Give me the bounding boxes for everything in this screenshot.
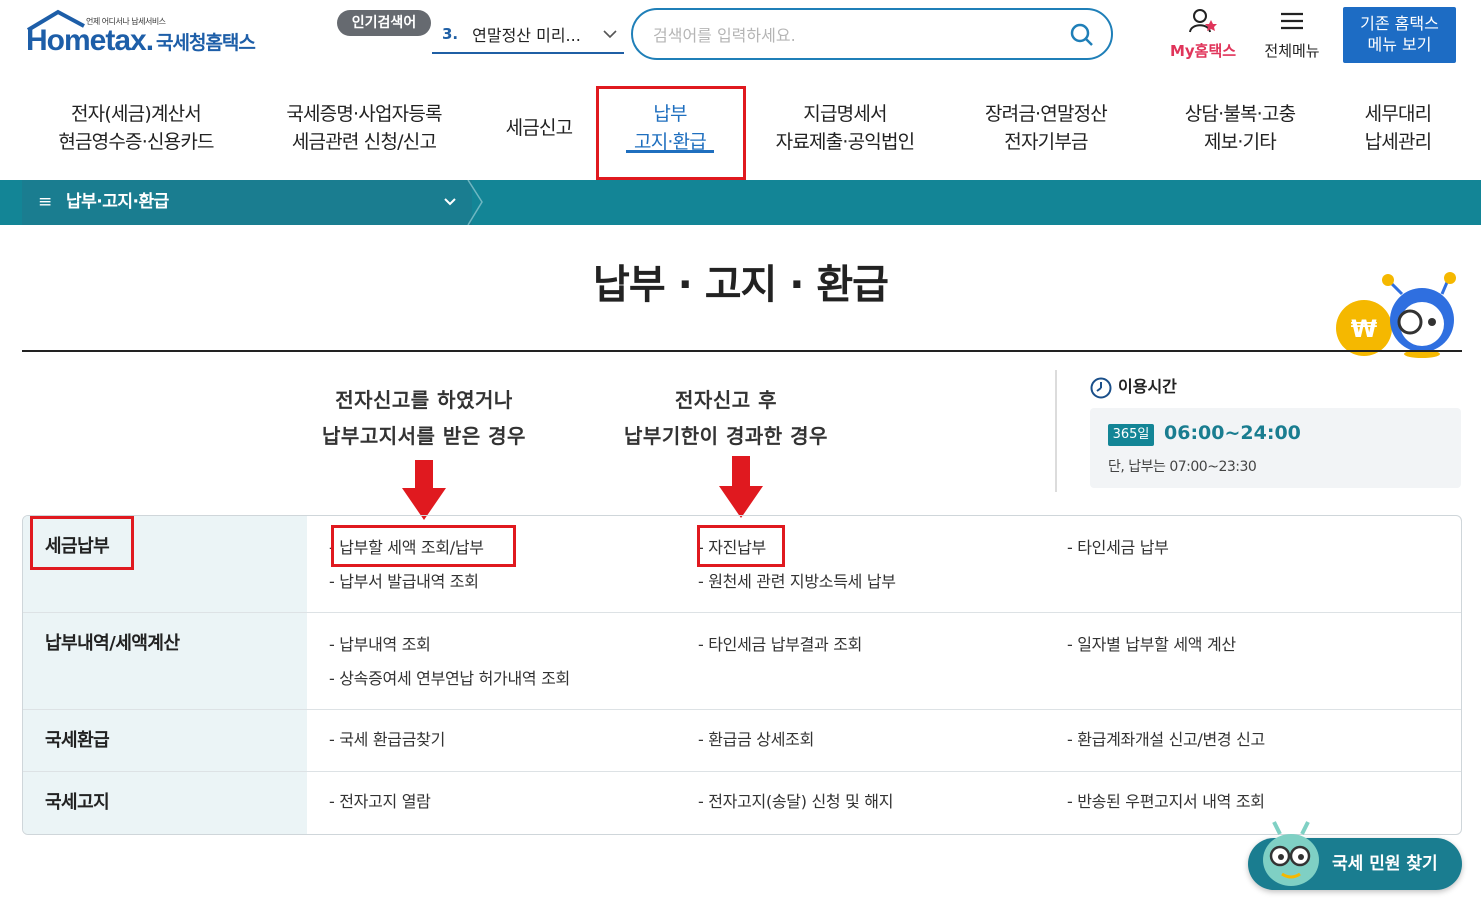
all-menu-label: 전체메뉴 — [1264, 42, 1320, 60]
link-others-tax-payment[interactable]: - 타인세금 납부 — [1067, 531, 1169, 565]
annotation-left: 전자신고를 하였거나 납부고지서를 받은 경우 — [322, 388, 526, 448]
link-find-refund[interactable]: - 국세 환급금찾기 — [329, 723, 445, 757]
usage-divider — [1055, 370, 1057, 492]
title-divider — [22, 350, 1462, 352]
legacy-menu-button[interactable]: 기존 홈택스 메뉴 보기 — [1343, 7, 1456, 63]
hamburger-icon — [1281, 12, 1303, 30]
link-refund-account[interactable]: - 환급계좌개설 신고/변경 신고 — [1067, 723, 1265, 757]
popular-rank: 3. — [442, 25, 459, 43]
path-bar: ≡ 납부·고지·환급 — [0, 180, 1481, 225]
gnb-item-tax-report[interactable]: 세금신고 — [494, 114, 584, 142]
link-e-notice-view[interactable]: - 전자고지 열람 — [329, 785, 431, 819]
chevron-down-icon — [603, 30, 617, 39]
row-head-refund: 국세환급 — [23, 710, 307, 771]
highlight-box-self-payment — [697, 525, 785, 567]
mascot-icon — [1263, 821, 1319, 886]
row-head-notice: 국세고지 — [23, 772, 307, 834]
hometax-logo[interactable]: 언제 어디서나 납세서비스 Hometax. 국세청홈택스 — [24, 8, 264, 66]
usage-hours: 06:00~24:00 — [1164, 422, 1301, 444]
popular-keyword: 연말정산 미리... — [472, 26, 581, 45]
breadcrumb-separator-icon — [467, 180, 483, 225]
menu-lines-icon: ≡ — [38, 192, 52, 212]
highlight-box-tax-payment — [30, 516, 134, 570]
my-hometax-button[interactable]: My홈택스 — [1163, 8, 1243, 64]
search-icon[interactable] — [1069, 22, 1095, 48]
breadcrumb-dropdown[interactable]: ≡ 납부·고지·환급 — [22, 180, 472, 225]
search-input[interactable] — [653, 22, 1053, 48]
page-title: 납부 · 고지 · 환급 — [593, 262, 889, 308]
gnb-item-statement[interactable]: 지급명세서 자료제출·공익법인 — [752, 100, 938, 156]
link-others-payment-result[interactable]: - 타인세금 납부결과 조회 — [698, 628, 862, 662]
link-payment-slip-history[interactable]: - 납부서 발급내역 조회 — [329, 565, 479, 599]
all-menu-button[interactable]: 전체메뉴 — [1255, 8, 1329, 64]
logo-brand: Hometax. — [26, 24, 154, 57]
gnb-item-e-invoice[interactable]: 전자(세금)계산서 현금영수증·신용카드 — [38, 100, 234, 156]
usage-box: 365일 06:00~24:00 단, 납부는 07:00~23:30 — [1090, 408, 1461, 488]
link-refund-detail[interactable]: - 환급금 상세조회 — [698, 723, 814, 757]
annotation-right: 전자신고 후 납부기한이 경과한 경우 — [624, 388, 828, 448]
link-payment-history[interactable]: - 납부내역 조회 — [329, 628, 431, 662]
table-row: 국세고지 - 전자고지 열람 - 전자고지(송달) 신청 및 해지 - 반송된 … — [23, 772, 1461, 834]
red-arrow-down-icon — [402, 460, 446, 520]
user-star-icon — [1189, 9, 1217, 33]
search-box — [631, 8, 1113, 60]
gnb-item-consult[interactable]: 상담·불복·고충 제보·기타 — [1156, 100, 1324, 156]
link-installment-permission[interactable]: - 상속증여세 연부연납 허가내역 조회 — [329, 662, 570, 696]
gnb-item-tax-agent[interactable]: 세무대리 납세관리 — [1346, 100, 1450, 156]
page: 언제 어디서나 납세서비스 Hometax. 국세청홈택스 인기검색어 3. 연… — [0, 0, 1481, 908]
chevron-down-icon — [444, 198, 456, 206]
popular-keyword-badge: 인기검색어 — [337, 10, 431, 36]
breadcrumb-current: 납부·고지·환급 — [66, 192, 169, 212]
gnb-item-incentive[interactable]: 장려금·연말정산 전자기부금 — [960, 100, 1132, 156]
link-daily-tax-calc[interactable]: - 일자별 납부할 세액 계산 — [1067, 628, 1236, 662]
row-head-payment-history: 납부내역/세액계산 — [23, 613, 307, 709]
popular-keyword-select[interactable]: 3. 연말정산 미리... — [432, 16, 624, 54]
usage-badge: 365일 — [1108, 424, 1154, 446]
link-returned-mail[interactable]: - 반송된 우편고지서 내역 조회 — [1067, 785, 1265, 819]
clock-icon — [1090, 377, 1112, 398]
gnb-item-certificate[interactable]: 국세증명·사업자등록 세금관련 신청/신고 — [266, 100, 462, 156]
table-row: 납부내역/세액계산 - 납부내역 조회 - 상속증여세 연부연납 허가내역 조회… — [23, 613, 1461, 710]
logo-kr: 국세청홈택스 — [156, 32, 256, 54]
svg-text:₩: ₩ — [1351, 315, 1378, 343]
link-e-notice-apply[interactable]: - 전자고지(송달) 신청 및 해지 — [698, 785, 893, 819]
highlight-box-payable-tax — [331, 525, 516, 567]
mascot-coin-icon: ₩ — [1336, 272, 1456, 358]
link-local-income-tax[interactable]: - 원천세 관련 지방소득세 납부 — [698, 565, 896, 599]
usage-title: 이용시간 — [1090, 373, 1177, 399]
usage-note: 단, 납부는 07:00~23:30 — [1108, 459, 1257, 475]
table-row: 국세환급 - 국세 환급금찾기 - 환급금 상세조회 - 환급계좌개설 신고/변… — [23, 710, 1461, 772]
highlight-box-gnb — [596, 86, 746, 180]
usage-title-text: 이용시간 — [1118, 377, 1177, 396]
red-arrow-down-icon — [719, 456, 763, 518]
my-hometax-label: My홈택스 — [1169, 42, 1237, 60]
